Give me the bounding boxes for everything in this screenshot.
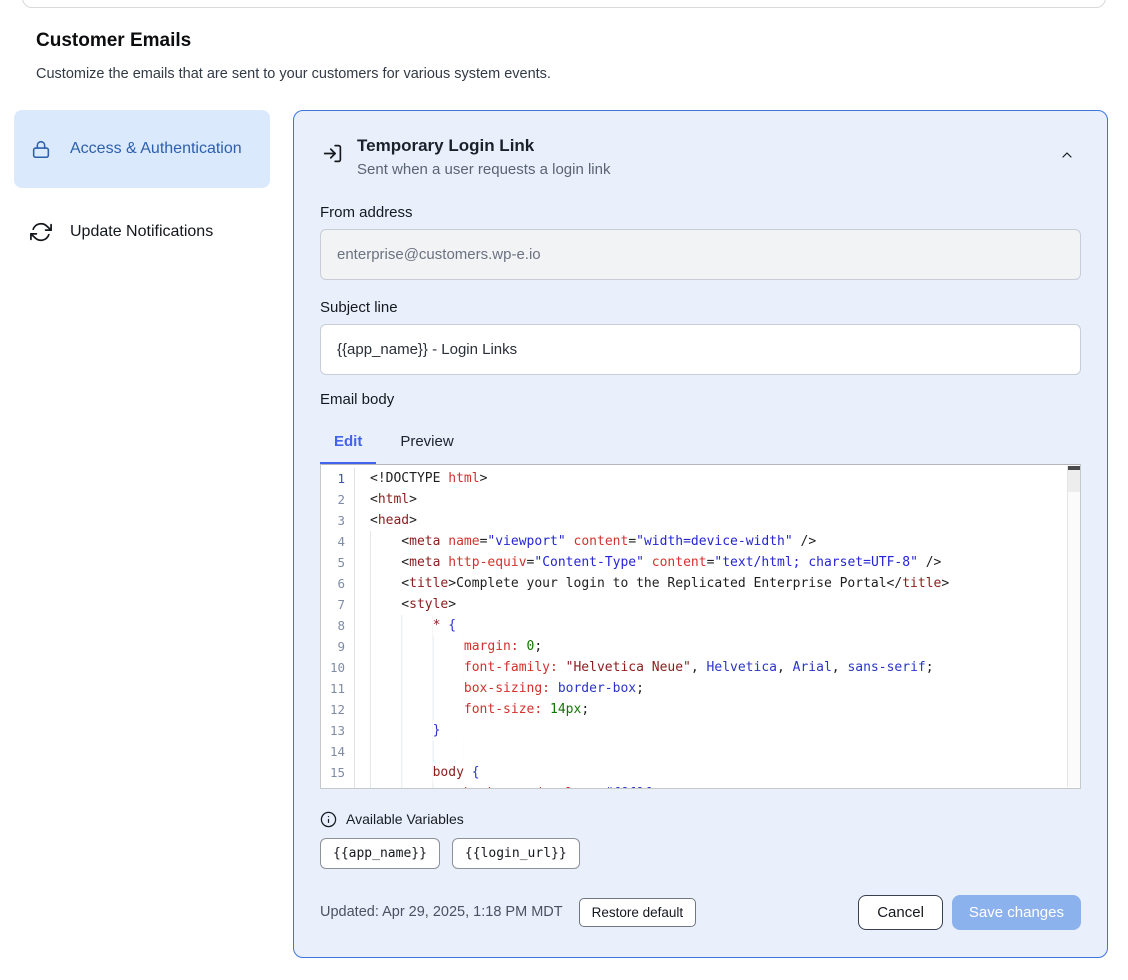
variable-chips: {{app_name}} {{login_url}}	[320, 838, 1081, 869]
sidebar-item-label: Access & Authentication	[70, 137, 242, 160]
page-subtitle: Customize the emails that are sent to yo…	[36, 66, 551, 82]
sidebar-item-update-notifications[interactable]: Update Notifications	[14, 206, 270, 257]
from-address-field-group: From address	[320, 204, 1081, 280]
temporary-login-link-panel: Temporary Login Link Sent when a user re…	[293, 110, 1108, 958]
collapse-panel-button[interactable]	[1055, 143, 1079, 167]
cancel-button[interactable]: Cancel	[858, 895, 943, 930]
panel-subtitle: Sent when a user requests a login link	[357, 161, 610, 178]
sidebar-item-label: Update Notifications	[70, 220, 213, 243]
customer-emails-page: Customer Emails Customize the emails tha…	[0, 0, 1128, 980]
login-icon	[322, 143, 343, 164]
available-variables-row: Available Variables	[320, 811, 1081, 828]
page-title: Customer Emails	[36, 30, 191, 52]
panel-title: Temporary Login Link	[357, 135, 610, 158]
variable-chip-app-name[interactable]: {{app_name}}	[320, 838, 440, 869]
available-variables-label: Available Variables	[346, 811, 464, 827]
tab-preview[interactable]: Preview	[386, 424, 467, 464]
from-address-label: From address	[320, 204, 1081, 221]
info-icon	[320, 811, 337, 828]
subject-line-input[interactable]	[320, 324, 1081, 375]
lock-icon	[30, 138, 54, 160]
email-body-label: Email body	[320, 391, 1081, 408]
chevron-up-icon	[1059, 147, 1075, 163]
email-sections-sidebar: Access & Authentication Update Notificat…	[14, 110, 270, 257]
previous-card-bottom-edge	[22, 0, 1106, 8]
save-changes-button[interactable]: Save changes	[952, 895, 1081, 930]
restore-default-button[interactable]: Restore default	[579, 898, 697, 927]
variable-chip-login-url[interactable]: {{login_url}}	[452, 838, 580, 869]
tab-edit[interactable]: Edit	[320, 424, 376, 464]
editor-tabs: Edit Preview	[320, 424, 1081, 464]
refresh-icon	[30, 221, 54, 243]
editor-scrollbar[interactable]	[1067, 466, 1080, 787]
sidebar-item-access-authentication[interactable]: Access & Authentication	[14, 110, 270, 188]
panel-footer: Updated: Apr 29, 2025, 1:18 PM MDT Resto…	[320, 895, 1081, 930]
updated-timestamp: Updated: Apr 29, 2025, 1:18 PM MDT	[320, 904, 563, 920]
code-editor-lines: 1<!DOCTYPE html>2<html>3<head>4<meta nam…	[321, 468, 1080, 789]
code-editor[interactable]: 1<!DOCTYPE html>2<html>3<head>4<meta nam…	[320, 464, 1081, 789]
subject-line-field-group: Subject line	[320, 299, 1081, 375]
editor-scrollbar-thumb[interactable]	[1068, 466, 1080, 492]
from-address-input[interactable]	[320, 229, 1081, 280]
panel-header: Temporary Login Link Sent when a user re…	[320, 135, 1081, 178]
email-body-section: Email body Edit Preview 1<!DOCTYPE html>…	[320, 391, 1081, 789]
subject-line-label: Subject line	[320, 299, 1081, 316]
